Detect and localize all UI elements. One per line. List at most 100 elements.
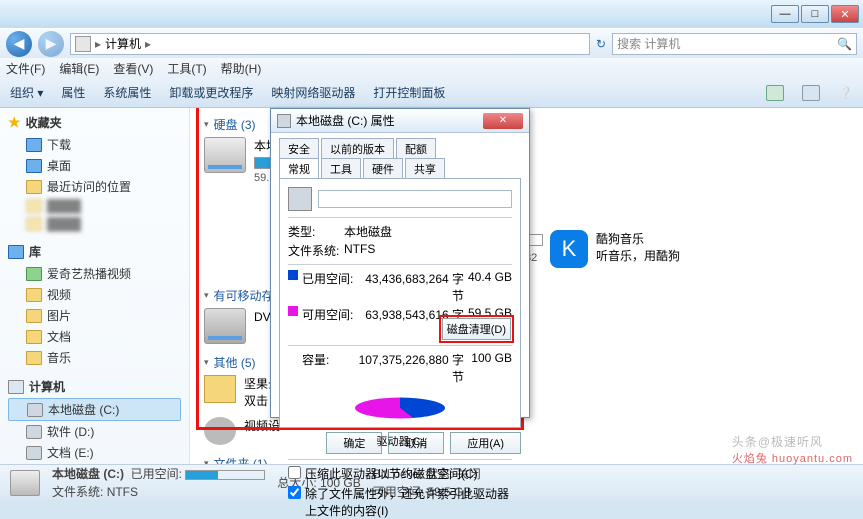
- tab-tools[interactable]: 工具: [321, 158, 361, 179]
- index-label: 除了文件属性外，还允许索引此驱动器上文件的内容(I): [305, 485, 512, 519]
- properties-button[interactable]: 属性: [61, 84, 85, 101]
- music-icon: [26, 351, 42, 365]
- control-panel-button[interactable]: 打开控制面板: [373, 84, 445, 101]
- maximize-button[interactable]: □: [801, 5, 829, 23]
- computer-group[interactable]: 计算机: [8, 378, 181, 395]
- sidebar-item-videos[interactable]: 视频: [8, 284, 181, 305]
- sidebar-item-desktop[interactable]: 桌面: [8, 155, 181, 176]
- sidebar-item-iqiyi[interactable]: 爱奇艺热播视频: [8, 263, 181, 284]
- sidebar-item-blurred[interactable]: ████: [8, 215, 181, 233]
- capacity-bytes: 107,375,226,880 字节: [358, 351, 464, 385]
- status-usage-bar: [185, 470, 265, 480]
- filesystem-label: 文件系统:: [288, 242, 344, 259]
- type-value: 本地磁盘: [344, 223, 392, 240]
- dvd-icon: [204, 308, 246, 344]
- status-used-label: 已用空间:: [131, 467, 182, 481]
- tab-previous-versions[interactable]: 以前的版本: [321, 138, 394, 159]
- free-label: 可用空间:: [302, 306, 358, 340]
- dialog-close-button[interactable]: ✕: [483, 113, 523, 129]
- favorites-group[interactable]: ★收藏夹: [8, 114, 181, 131]
- tab-security[interactable]: 安全: [279, 138, 319, 159]
- status-fs-label: 文件系统:: [52, 485, 103, 499]
- preview-pane-icon[interactable]: [802, 85, 820, 101]
- capacity-label: 容量:: [302, 351, 358, 385]
- status-fs-value: NTFS: [107, 485, 138, 499]
- menu-help[interactable]: 帮助(H): [221, 60, 262, 77]
- disk-icon: [288, 187, 312, 211]
- sidebar-item-nutstore[interactable]: 坚果云: [8, 463, 181, 464]
- breadcrumb-item[interactable]: 计算机: [105, 35, 141, 52]
- system-properties-button[interactable]: 系统属性: [103, 84, 151, 101]
- disk-icon: [277, 114, 291, 128]
- disk-cleanup-button[interactable]: 磁盘清理(D): [442, 318, 511, 340]
- sidebar-item-drive-e[interactable]: 文档 (E:): [8, 442, 181, 463]
- window-titlebar: — □ ✕: [0, 0, 863, 28]
- document-icon: [26, 330, 42, 344]
- filesystem-value: NTFS: [344, 242, 375, 259]
- dialog-title: 本地磁盘 (C:) 属性: [296, 112, 395, 129]
- properties-dialog: 本地磁盘 (C:) 属性 ✕ 安全 以前的版本 配额 常规 工具 硬件 共享 类…: [270, 108, 530, 418]
- menu-file[interactable]: 文件(F): [6, 60, 45, 77]
- sidebar-item-recent[interactable]: 最近访问的位置: [8, 176, 181, 197]
- forward-button[interactable]: ▶: [38, 31, 64, 57]
- compress-checkbox[interactable]: [288, 466, 301, 479]
- recent-icon: [26, 180, 42, 194]
- search-input[interactable]: 搜索 计算机 🔍: [612, 33, 857, 55]
- breadcrumb[interactable]: ▸ 计算机 ▸: [70, 33, 590, 55]
- library-icon: [8, 245, 24, 259]
- compress-label: 压缩此驱动器以节约磁盘空间(C): [305, 465, 478, 482]
- menu-view[interactable]: 查看(V): [113, 60, 153, 77]
- triangle-down-icon: ▾: [204, 458, 209, 464]
- capacity-gb: 100 GB: [464, 351, 512, 385]
- view-options-icon[interactable]: [766, 85, 784, 101]
- menu-bar: 文件(F) 编辑(E) 查看(V) 工具(T) 帮助(H): [0, 58, 863, 78]
- close-button[interactable]: ✕: [831, 5, 859, 23]
- computer-icon: [75, 36, 91, 52]
- type-label: 类型:: [288, 223, 344, 240]
- download-icon: [26, 138, 42, 152]
- dialog-titlebar[interactable]: 本地磁盘 (C:) 属性 ✕: [271, 109, 529, 133]
- chevron-right-icon[interactable]: ▸: [145, 37, 151, 51]
- disk-icon: [26, 446, 42, 460]
- tab-quota[interactable]: 配额: [396, 138, 436, 159]
- sidebar-item-drive-c[interactable]: 本地磁盘 (C:): [8, 398, 181, 421]
- search-placeholder: 搜索 计算机: [617, 35, 680, 52]
- tab-general[interactable]: 常规: [279, 158, 319, 179]
- kugou-item[interactable]: K酷狗音乐听音乐，用酷狗: [550, 230, 720, 268]
- uninstall-button[interactable]: 卸载或更改程序: [169, 84, 253, 101]
- toolbar: 组织 ▾ 属性 系统属性 卸载或更改程序 映射网络驱动器 打开控制面板 ❔: [0, 78, 863, 108]
- kugou-icon: K: [550, 230, 588, 268]
- index-checkbox[interactable]: [288, 486, 301, 499]
- volume-label-input[interactable]: [318, 190, 512, 208]
- back-button[interactable]: ◀: [6, 31, 32, 57]
- computer-icon: [8, 380, 24, 394]
- used-swatch-icon: [288, 270, 298, 280]
- tab-panel-general: 类型:本地磁盘 文件系统:NTFS 已用空间:43,436,683,264 字节…: [279, 178, 521, 428]
- sidebar-item-documents[interactable]: 文档: [8, 326, 181, 347]
- sidebar-item-music[interactable]: 音乐: [8, 347, 181, 368]
- picture-icon: [26, 309, 42, 323]
- search-icon[interactable]: 🔍: [837, 37, 852, 51]
- disk-icon: [26, 425, 42, 439]
- disk-icon: [27, 403, 43, 417]
- sidebar-item-downloads[interactable]: 下载: [8, 134, 181, 155]
- help-icon[interactable]: ❔: [838, 86, 853, 100]
- refresh-icon[interactable]: ↻: [596, 37, 606, 51]
- menu-edit[interactable]: 编辑(E): [59, 60, 99, 77]
- menu-tools[interactable]: 工具(T): [167, 60, 206, 77]
- status-drive-name: 本地磁盘 (C:): [52, 467, 124, 481]
- chevron-right-icon[interactable]: ▸: [95, 37, 101, 51]
- tab-sharing[interactable]: 共享: [405, 158, 445, 179]
- minimize-button[interactable]: —: [771, 5, 799, 23]
- used-gb: 40.4 GB: [464, 270, 512, 304]
- video-icon: [26, 288, 42, 302]
- navigation-bar: ◀ ▶ ▸ 计算机 ▸ ↻ 搜索 计算机 🔍: [0, 28, 863, 58]
- used-bytes: 43,436,683,264 字节: [358, 270, 464, 304]
- organize-dropdown[interactable]: 组织 ▾: [10, 84, 43, 101]
- map-network-button[interactable]: 映射网络驱动器: [271, 84, 355, 101]
- sidebar-item-drive-d[interactable]: 软件 (D:): [8, 421, 181, 442]
- tab-hardware[interactable]: 硬件: [363, 158, 403, 179]
- sidebar-item-pictures[interactable]: 图片: [8, 305, 181, 326]
- sidebar-item-blurred[interactable]: ████: [8, 197, 181, 215]
- libraries-group[interactable]: 库: [8, 243, 181, 260]
